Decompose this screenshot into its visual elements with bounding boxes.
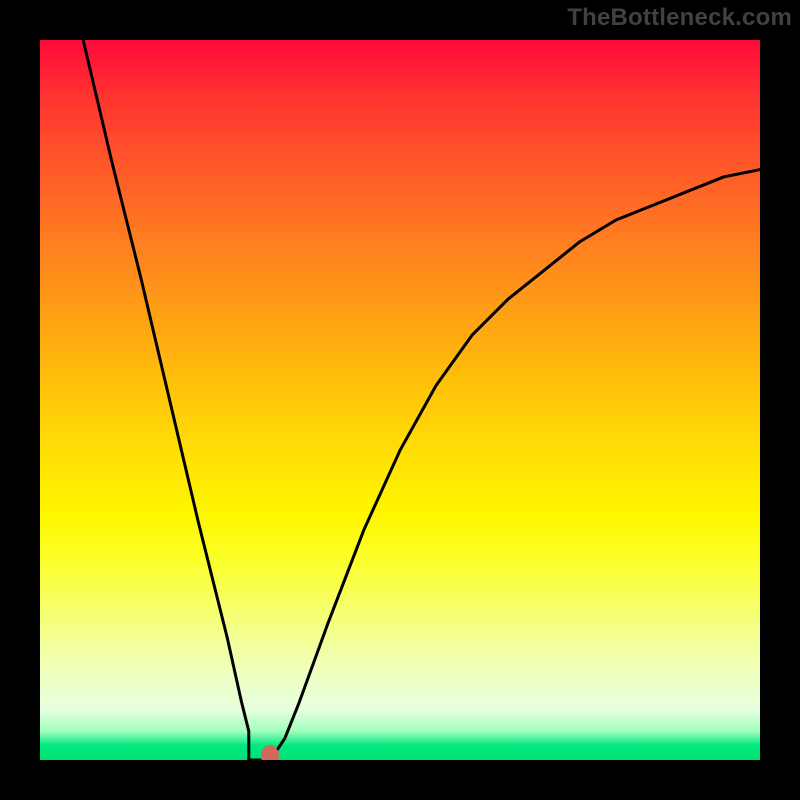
chart-frame: TheBottleneck.com bbox=[0, 0, 800, 800]
bottleneck-curve bbox=[40, 40, 760, 760]
optimum-marker bbox=[261, 745, 279, 760]
curve-path bbox=[83, 40, 760, 760]
plot-area bbox=[40, 40, 760, 760]
attribution-label: TheBottleneck.com bbox=[567, 4, 792, 32]
